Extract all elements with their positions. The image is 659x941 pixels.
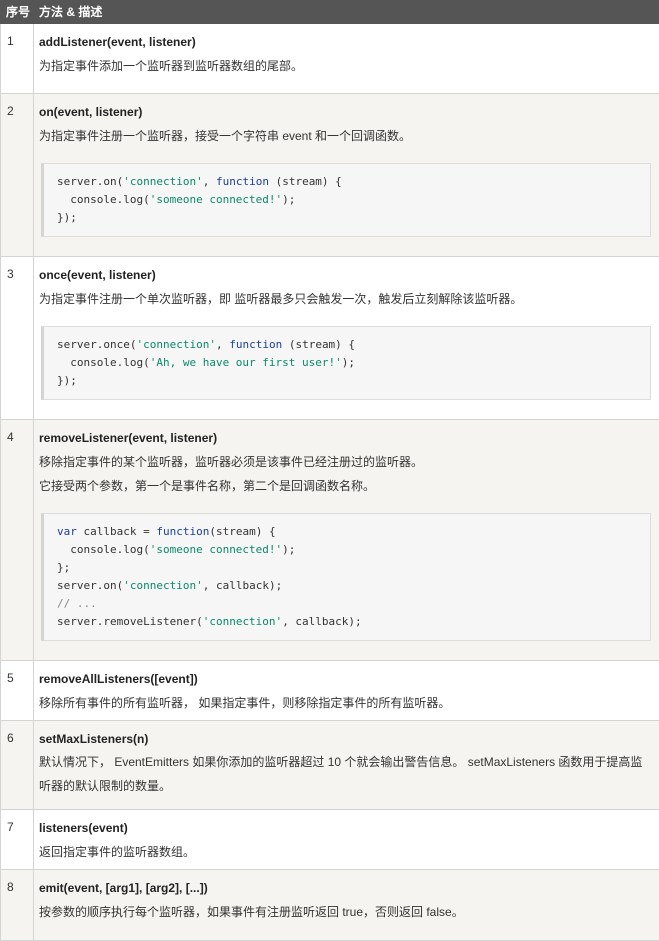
code-token: 'connection'	[123, 579, 202, 592]
code-token: , callback);	[282, 615, 361, 628]
code-token: (stream) {	[209, 525, 275, 538]
method-signature: setMaxListeners(n)	[39, 731, 654, 747]
code-line: server.on('connection', function (stream…	[57, 173, 650, 191]
code-token: // ...	[57, 597, 97, 610]
code-token: , callback);	[203, 579, 282, 592]
code-line: var callback = function(stream) {	[57, 523, 650, 541]
code-line: });	[57, 372, 650, 390]
code-token: console.log(	[57, 193, 150, 206]
code-token: ,	[203, 175, 216, 188]
method-description: 移除所有事件的所有监听器， 如果指定事件，则移除指定事件的所有监听器。	[39, 695, 654, 711]
method-cell: setMaxListeners(n) 默认情况下， EventEmitters 如…	[34, 721, 659, 810]
code-token: );	[342, 356, 355, 369]
row-number: 2	[1, 94, 34, 257]
table-row: 3 once(event, listener) 为指定事件注册一个单次监听器，即 监…	[1, 257, 659, 420]
method-description: 返回指定事件的监听器数组。	[39, 844, 654, 860]
table-row: 6 setMaxListeners(n) 默认情况下， EventEmitters …	[1, 721, 659, 810]
code-token: callback =	[77, 525, 156, 538]
code-example: var callback = function(stream) { consol…	[41, 513, 651, 641]
code-token: function	[216, 175, 269, 188]
code-token: console.log(	[57, 543, 150, 556]
code-token: 'someone connected!'	[150, 543, 282, 556]
code-line: server.once('connection', function (stre…	[57, 336, 650, 354]
method-description: 默认情况下， EventEmitters 如果你添加的监听器超过 10 个就会输…	[39, 750, 654, 798]
code-line: console.log('Ah, we have our first user!…	[57, 354, 650, 372]
table-row: 7 listeners(event) 返回指定事件的监听器数组。	[1, 810, 659, 870]
method-signature: emit(event, [arg1], [arg2], [...])	[39, 880, 654, 896]
code-example: server.on('connection', function (stream…	[41, 163, 651, 237]
method-signature: addListener(event, listener)	[39, 34, 654, 50]
code-token: 'connection'	[203, 615, 282, 628]
table-row: 1 addListener(event, listener) 为指定事件添加一个监听…	[1, 24, 659, 94]
method-description: 移除指定事件的某个监听器，监听器必须是该事件已经注册过的监听器。	[39, 454, 654, 470]
method-cell: on(event, listener) 为指定事件注册一个监听器，接受一个字符串 …	[34, 94, 659, 257]
method-signature: listeners(event)	[39, 820, 654, 836]
row-number: 7	[1, 810, 34, 870]
code-token: server.once(	[57, 338, 136, 351]
code-token: };	[57, 561, 70, 574]
code-token: server.on(	[57, 175, 123, 188]
table-row: 5 removeAllListeners([event]) 移除所有事件的所有监听器…	[1, 661, 659, 721]
method-signature: once(event, listener)	[39, 267, 654, 283]
code-line: console.log('someone connected!');	[57, 541, 650, 559]
code-token: function	[229, 338, 282, 351]
code-token: 'someone connected!'	[150, 193, 282, 206]
table-header-row: 序号 方法 & 描述	[1, 1, 659, 24]
method-cell: once(event, listener) 为指定事件注册一个单次监听器，即 监听…	[34, 257, 659, 420]
code-token: });	[57, 211, 77, 224]
code-line: server.on('connection', callback);	[57, 577, 650, 595]
code-token: function	[156, 525, 209, 538]
code-token: (stream) {	[282, 338, 355, 351]
row-number: 4	[1, 420, 34, 661]
code-token: server.removeListener(	[57, 615, 203, 628]
method-signature: on(event, listener)	[39, 104, 654, 120]
code-token: 'connection'	[123, 175, 202, 188]
header-num: 序号	[1, 1, 34, 24]
row-number: 8	[1, 870, 34, 941]
method-cell: addListener(event, listener) 为指定事件添加一个监听器…	[34, 24, 659, 94]
method-description: 为指定事件添加一个监听器到监听器数组的尾部。	[39, 58, 654, 74]
api-method-table: 序号 方法 & 描述 1addListener(event, listener)…	[0, 0, 659, 941]
code-line: console.log('someone connected!');	[57, 191, 650, 209]
method-signature: removeAllListeners([event])	[39, 671, 654, 687]
code-token: 'Ah, we have our first user!'	[150, 356, 342, 369]
row-number: 6	[1, 721, 34, 810]
code-token: });	[57, 374, 77, 387]
method-description: 为指定事件注册一个监听器，接受一个字符串 event 和一个回调函数。	[39, 128, 654, 144]
code-token: ,	[216, 338, 229, 351]
table-row: 8 emit(event, [arg1], [arg2], [...]) 按参数的顺…	[1, 870, 659, 941]
row-number: 5	[1, 661, 34, 721]
code-line: });	[57, 209, 650, 227]
method-description: 为指定事件注册一个单次监听器，即 监听器最多只会触发一次，触发后立刻解除该监听器…	[39, 291, 654, 307]
table-row: 4 removeListener(event, listener) 移除指定事件的某…	[1, 420, 659, 661]
code-token: var	[57, 525, 77, 538]
code-token: );	[282, 193, 295, 206]
method-cell: removeListener(event, listener) 移除指定事件的某个…	[34, 420, 659, 661]
method-cell: listeners(event) 返回指定事件的监听器数组。	[34, 810, 659, 870]
header-desc: 方法 & 描述	[34, 1, 659, 24]
code-line: // ...	[57, 595, 650, 613]
method-description: 它接受两个参数，第一个是事件名称，第二个是回调函数名称。	[39, 478, 654, 494]
code-line: };	[57, 559, 650, 577]
method-description: 按参数的顺序执行每个监听器，如果事件有注册监听返回 true，否则返回 fals…	[39, 904, 654, 920]
method-signature: removeListener(event, listener)	[39, 430, 654, 446]
code-token: console.log(	[57, 356, 150, 369]
method-cell: removeAllListeners([event]) 移除所有事件的所有监听器，…	[34, 661, 659, 721]
code-token: 'connection'	[136, 338, 215, 351]
code-token: );	[282, 543, 295, 556]
row-number: 1	[1, 24, 34, 94]
code-token: server.on(	[57, 579, 123, 592]
table-row: 2 on(event, listener) 为指定事件注册一个监听器，接受一个字符串…	[1, 94, 659, 257]
row-number: 3	[1, 257, 34, 420]
code-line: server.removeListener('connection', call…	[57, 613, 650, 631]
code-token: (stream) {	[269, 175, 342, 188]
code-example: server.once('connection', function (stre…	[41, 326, 651, 400]
method-cell: emit(event, [arg1], [arg2], [...]) 按参数的顺序…	[34, 870, 659, 941]
